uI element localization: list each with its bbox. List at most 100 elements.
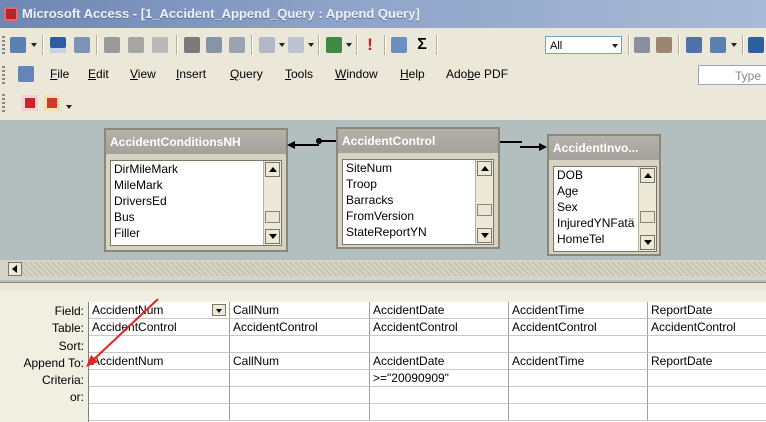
table-title-accident-control[interactable]: AccidentControl	[338, 129, 498, 153]
table-title-accident-conditions[interactable]: AccidentConditionsNH	[106, 130, 286, 154]
field-item[interactable]: Bus	[111, 209, 281, 225]
scroll-down-icon[interactable]	[265, 229, 280, 244]
grid-cell-empty[interactable]	[509, 404, 648, 421]
grid-cell-table[interactable]: AccidentControl	[370, 319, 509, 336]
scroll-thumb[interactable]	[265, 211, 280, 223]
join-line[interactable]	[520, 146, 540, 148]
grid-cell-append-to[interactable]: ReportDate	[648, 353, 766, 370]
menu-view[interactable]: View	[130, 67, 156, 81]
table-box-accident-involved[interactable]: AccidentInvo... DOB Age Sex InjuredYNFat…	[547, 134, 661, 256]
grid-cell-or[interactable]	[89, 387, 230, 404]
scroll-left-icon[interactable]	[8, 262, 22, 276]
grid-cell-field[interactable]: AccidentNum	[89, 302, 230, 319]
field-list[interactable]: SiteNum Troop Barracks FromVersion State…	[342, 159, 494, 245]
print-preview-icon[interactable]	[128, 37, 144, 53]
grid-cell-append-to[interactable]: CallNum	[230, 353, 370, 370]
query-type-dropdown-icon[interactable]	[346, 43, 352, 47]
table-box-accident-control[interactable]: AccidentControl SiteNum Troop Barracks F…	[336, 127, 500, 249]
undo-icon[interactable]	[259, 37, 275, 53]
grid-cell-table[interactable]: AccidentControl	[230, 319, 370, 336]
grid-cell-criteria[interactable]	[648, 370, 766, 387]
menu-tools[interactable]: Tools	[285, 67, 313, 81]
ask-question-box[interactable]: Type	[698, 65, 766, 85]
grid-cell-or[interactable]	[648, 387, 766, 404]
top-values-combo[interactable]: All	[545, 36, 622, 54]
cut-icon[interactable]	[184, 37, 200, 53]
view-dropdown-icon[interactable]	[31, 43, 37, 47]
grid-cell-field[interactable]: AccidentDate	[370, 302, 509, 319]
field-item[interactable]: Filler	[111, 225, 281, 241]
grid-cell-table[interactable]: AccidentControl	[648, 319, 766, 336]
scroll-up-icon[interactable]	[265, 162, 280, 177]
document-icon[interactable]	[18, 66, 34, 82]
field-list-scrollbar[interactable]	[475, 160, 493, 244]
scroll-thumb[interactable]	[640, 211, 655, 223]
field-item[interactable]: Troop	[343, 176, 493, 192]
menu-edit[interactable]: Edit	[88, 67, 109, 81]
redo-icon[interactable]	[288, 37, 304, 53]
grid-cell-sort[interactable]	[89, 336, 230, 353]
pdf-email-icon[interactable]	[44, 95, 60, 111]
grid-cell-field[interactable]: AccidentTime	[509, 302, 648, 319]
menu-help[interactable]: Help	[400, 67, 425, 81]
scroll-down-icon[interactable]	[477, 228, 492, 243]
join-line[interactable]	[500, 141, 522, 143]
field-list-scrollbar[interactable]	[263, 161, 281, 245]
query-type-icon[interactable]	[326, 37, 342, 53]
access-app-icon[interactable]	[4, 7, 18, 21]
grid-cell-table[interactable]: AccidentControl	[509, 319, 648, 336]
grid-cell-empty[interactable]	[230, 404, 370, 421]
scroll-up-icon[interactable]	[640, 168, 655, 183]
table-box-accident-conditions[interactable]: AccidentConditionsNH DirMileMark MileMar…	[104, 128, 288, 252]
title-bar[interactable]: Microsoft Access - [1_Accident_Append_Qu…	[0, 0, 766, 28]
run-icon[interactable]: !	[362, 36, 378, 53]
view-icon[interactable]	[10, 37, 26, 53]
convert-to-pdf-icon[interactable]	[22, 95, 38, 111]
show-table-icon[interactable]	[391, 37, 407, 53]
grid-cell-table[interactable]: AccidentControl	[89, 319, 230, 336]
help-icon[interactable]	[748, 37, 764, 53]
copy-icon[interactable]	[206, 37, 222, 53]
grid-cell-sort[interactable]	[370, 336, 509, 353]
grid-cell-criteria[interactable]: >="20090909"	[370, 370, 509, 387]
grid-cell-field[interactable]: CallNum	[230, 302, 370, 319]
grid-cell-empty[interactable]	[89, 404, 230, 421]
field-item[interactable]: MileMark	[111, 177, 281, 193]
print-icon[interactable]	[104, 37, 120, 53]
grid-cell-field[interactable]: ReportDate	[648, 302, 766, 319]
toolbar-options-icon[interactable]	[66, 105, 72, 109]
build-icon[interactable]	[656, 37, 672, 53]
database-window-icon[interactable]	[686, 37, 702, 53]
menubar-grip[interactable]	[2, 66, 5, 84]
field-item[interactable]: DriversEd	[111, 193, 281, 209]
field-item[interactable]: SiteNum	[343, 160, 493, 176]
save-icon[interactable]	[50, 37, 66, 53]
toolbar-grip[interactable]	[2, 94, 5, 112]
field-item[interactable]: Barracks	[343, 192, 493, 208]
redo-dropdown-icon[interactable]	[308, 43, 314, 47]
grid-cell-or[interactable]	[230, 387, 370, 404]
field-list[interactable]: DOB Age Sex InjuredYNFatä HomeTel	[553, 166, 657, 252]
menu-adobe-pdf[interactable]: Adobe PDF	[446, 67, 508, 81]
field-dropdown-icon[interactable]	[212, 304, 226, 316]
field-list[interactable]: DirMileMark MileMark DriversEd Bus Fille…	[110, 160, 282, 246]
new-object-icon[interactable]	[710, 37, 726, 53]
field-item[interactable]: DirMileMark	[111, 161, 281, 177]
table-title-accident-involved[interactable]: AccidentInvo...	[549, 136, 659, 160]
field-item[interactable]: StateReportYN	[343, 224, 493, 240]
properties-icon[interactable]	[634, 37, 650, 53]
grid-cell-sort[interactable]	[230, 336, 370, 353]
paste-icon[interactable]	[229, 37, 245, 53]
scroll-up-icon[interactable]	[477, 161, 492, 176]
file-search-icon[interactable]	[74, 37, 90, 53]
grid-cell-empty[interactable]	[648, 404, 766, 421]
field-item[interactable]: FromVersion	[343, 208, 493, 224]
top-values-dropdown-icon[interactable]	[612, 44, 618, 48]
new-object-dropdown-icon[interactable]	[731, 43, 737, 47]
grid-cell-sort[interactable]	[648, 336, 766, 353]
grid-cell-empty[interactable]	[370, 404, 509, 421]
scroll-down-icon[interactable]	[640, 235, 655, 250]
grid-cell-sort[interactable]	[509, 336, 648, 353]
toolbar-grip[interactable]	[2, 36, 5, 54]
grid-cell-criteria[interactable]	[509, 370, 648, 387]
